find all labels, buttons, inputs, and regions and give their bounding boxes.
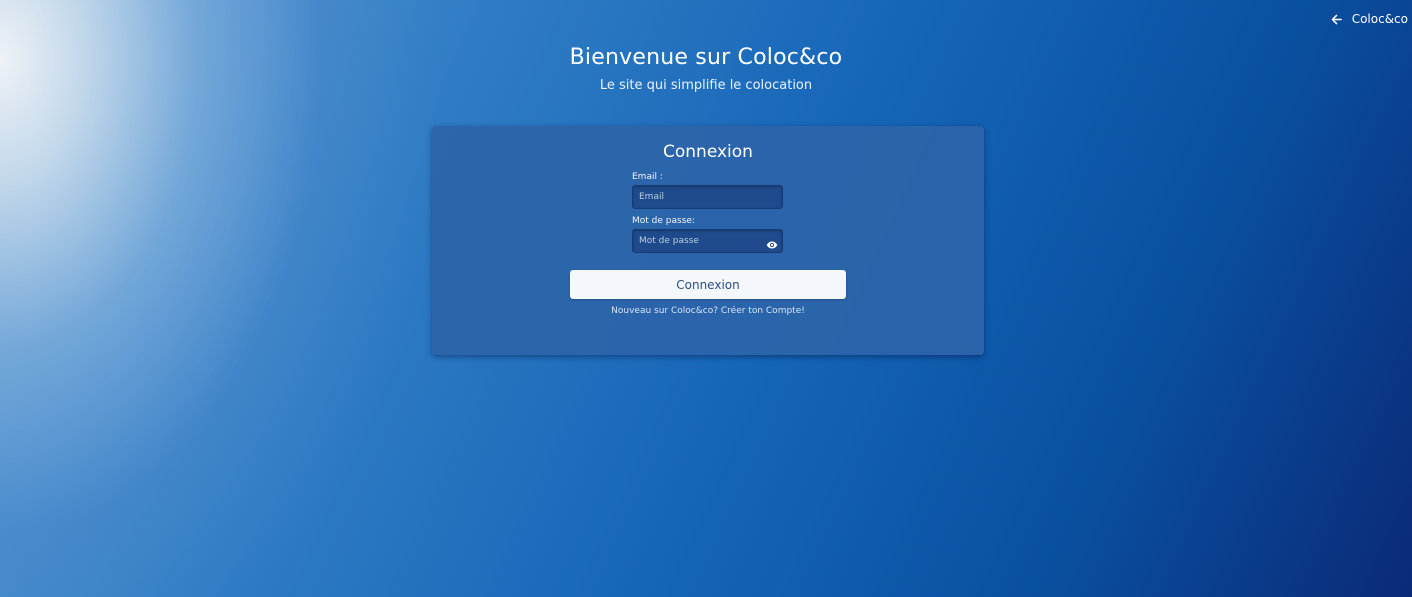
password-field[interactable] <box>633 230 782 252</box>
password-label: Mot de passe: <box>632 216 695 226</box>
signup-link[interactable]: Créer ton Compte! <box>721 306 805 316</box>
password-field-wrapper <box>632 229 783 253</box>
page-subtitle: Le site qui simplifie le colocation <box>599 78 813 93</box>
back-link-label: Coloc&co <box>1351 12 1408 26</box>
login-card: Connexion Email : Mot de passe: Connexio… <box>432 126 984 355</box>
login-button[interactable]: Connexion <box>570 270 846 299</box>
page-title: Bienvenue sur Coloc&co <box>569 45 843 70</box>
email-field[interactable] <box>633 186 782 208</box>
signup-text: Nouveau sur Coloc&co? Créer ton Compte! <box>432 306 984 316</box>
signup-prompt: Nouveau sur Coloc&co? <box>611 306 718 316</box>
email-label: Email : <box>632 172 663 182</box>
page: { "nav": { "back_label": "Coloc&co", "ba… <box>0 0 1412 597</box>
eye-icon[interactable] <box>766 236 778 249</box>
hero: Bienvenue sur Coloc&co Le site qui simpl… <box>0 42 1412 96</box>
back-link[interactable]: Coloc&co <box>1331 9 1408 29</box>
login-title: Connexion <box>663 142 753 162</box>
email-field-wrapper <box>632 185 783 209</box>
arrow-left-icon <box>1331 14 1342 25</box>
